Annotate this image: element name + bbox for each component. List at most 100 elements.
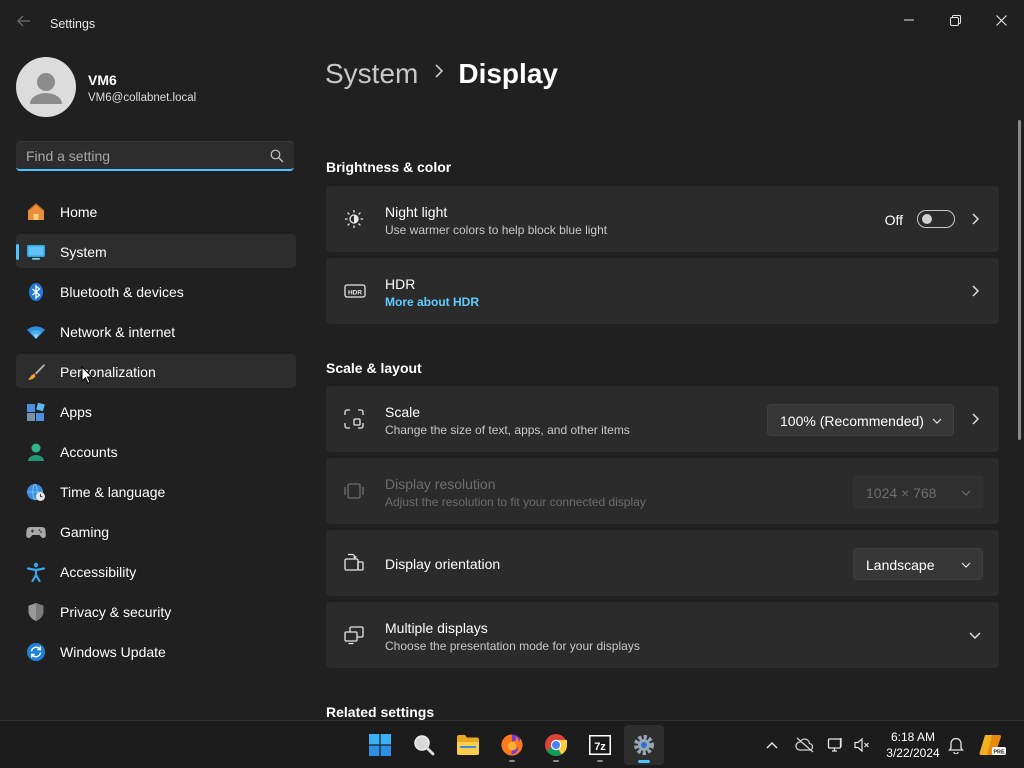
sidebar-item-accounts[interactable]: Accounts bbox=[16, 434, 296, 468]
scale-value: 100% (Recommended) bbox=[780, 413, 924, 429]
resolution-icon bbox=[344, 481, 364, 501]
svg-text:HDR: HDR bbox=[348, 289, 362, 296]
scale-title: Scale bbox=[385, 404, 421, 420]
sidebar-item-label: Privacy & security bbox=[60, 604, 172, 620]
chevron-down-icon[interactable] bbox=[967, 627, 983, 643]
folder-icon bbox=[457, 735, 479, 755]
page-title: Display bbox=[458, 58, 558, 89]
running-indicator bbox=[509, 760, 515, 762]
notifications-bell-icon[interactable] bbox=[946, 735, 966, 755]
orientation-value: Landscape bbox=[866, 557, 935, 573]
7zip-button[interactable]: 7z bbox=[580, 725, 620, 765]
night-light-state: Off bbox=[884, 212, 903, 228]
scrollbar[interactable] bbox=[1018, 120, 1021, 440]
start-button[interactable] bbox=[360, 725, 400, 765]
system-icon bbox=[26, 242, 46, 262]
avatar bbox=[16, 57, 76, 117]
chevron-right-icon[interactable] bbox=[967, 283, 983, 299]
display-orientation-card[interactable]: Display orientation Landscape bbox=[326, 530, 999, 596]
sidebar-item-network[interactable]: Network & internet bbox=[16, 314, 296, 348]
sidebar-item-system[interactable]: System bbox=[16, 234, 296, 268]
active-app-indicator bbox=[638, 760, 650, 763]
search-input[interactable] bbox=[26, 148, 256, 164]
app-title: Settings bbox=[50, 17, 96, 31]
settings-button[interactable] bbox=[624, 725, 664, 765]
toggle-knob bbox=[922, 214, 932, 224]
file-explorer-button[interactable] bbox=[448, 725, 488, 765]
chevron-down-icon bbox=[960, 486, 972, 498]
chrome-icon bbox=[545, 734, 567, 756]
orientation-dropdown[interactable]: Landscape bbox=[853, 548, 983, 580]
sidebar-item-label: Accessibility bbox=[60, 564, 137, 580]
sidebar-item-privacy-security[interactable]: Privacy & security bbox=[16, 594, 296, 628]
minimize-button[interactable] bbox=[886, 4, 932, 36]
sidebar-item-label: Personalization bbox=[60, 364, 156, 380]
globe-clock-icon bbox=[26, 482, 46, 502]
sidebar-item-time-language[interactable]: Time & language bbox=[16, 474, 296, 508]
gear-icon bbox=[634, 735, 654, 755]
sidebar-item-apps[interactable]: Apps bbox=[16, 394, 296, 428]
person-icon bbox=[30, 73, 62, 104]
chevron-right-icon[interactable] bbox=[967, 411, 983, 427]
section-title-scale-layout: Scale & layout bbox=[326, 360, 422, 376]
sidebar-item-label: Apps bbox=[60, 404, 92, 420]
scale-dropdown[interactable]: 100% (Recommended) bbox=[767, 404, 954, 436]
sidebar-item-label: Gaming bbox=[60, 524, 110, 540]
accessibility-icon bbox=[26, 562, 46, 583]
sidebar-item-accessibility[interactable]: Accessibility bbox=[16, 554, 296, 588]
resolution-dropdown: 1024 × 768 bbox=[853, 476, 983, 508]
restore-button[interactable] bbox=[932, 4, 978, 36]
brush-icon bbox=[26, 362, 46, 382]
multiple-displays-title: Multiple displays bbox=[385, 620, 488, 636]
sidebar-item-bluetooth[interactable]: Bluetooth & devices bbox=[16, 274, 296, 308]
show-hidden-icons-button[interactable] bbox=[762, 735, 782, 755]
chevron-right-icon[interactable] bbox=[967, 211, 983, 227]
system-clock[interactable]: 6:18 AM 3/22/2024 bbox=[878, 729, 948, 761]
sidebar-item-label: Windows Update bbox=[60, 644, 166, 660]
home-icon bbox=[26, 202, 46, 222]
running-indicator bbox=[553, 760, 559, 762]
onedrive-offline-icon[interactable] bbox=[795, 735, 815, 755]
sidebar-item-label: Network & internet bbox=[60, 324, 176, 340]
copilot-preview-icon[interactable]: PRE bbox=[978, 735, 1008, 755]
resolution-subtitle: Adjust the resolution to fit your connec… bbox=[385, 495, 646, 509]
breadcrumb: System Display bbox=[325, 58, 558, 90]
bluetooth-icon bbox=[26, 282, 46, 302]
volume-muted-icon[interactable] bbox=[852, 735, 872, 755]
hdr-icon: HDR bbox=[344, 281, 366, 301]
resolution-title: Display resolution bbox=[385, 476, 496, 492]
scale-card[interactable]: Scale Change the size of text, apps, and… bbox=[326, 386, 999, 452]
firefox-button[interactable] bbox=[492, 725, 532, 765]
back-arrow-icon[interactable] bbox=[14, 14, 34, 34]
sidebar-item-home[interactable]: Home bbox=[16, 194, 296, 228]
section-title-related: Related settings bbox=[326, 704, 435, 720]
taskbar-search-button[interactable] bbox=[404, 725, 444, 765]
sidebar-item-personalization[interactable]: Personalization bbox=[16, 354, 296, 388]
sidebar-item-label: Bluetooth & devices bbox=[60, 284, 184, 300]
scale-subtitle: Change the size of text, apps, and other… bbox=[385, 423, 630, 437]
taskbar: 7z 6:18 AM 3/22/2024 PRE bbox=[0, 720, 1024, 768]
sidebar-item-windows-update[interactable]: Windows Update bbox=[16, 634, 296, 668]
chrome-button[interactable] bbox=[536, 725, 576, 765]
wifi-icon bbox=[26, 322, 46, 342]
sidebar-item-label: Accounts bbox=[60, 444, 118, 460]
breadcrumb-parent[interactable]: System bbox=[325, 58, 418, 89]
shield-icon bbox=[26, 602, 46, 622]
multiple-displays-card[interactable]: Multiple displays Choose the presentatio… bbox=[326, 602, 999, 668]
clock-time: 6:18 AM bbox=[890, 730, 936, 744]
night-light-toggle[interactable] bbox=[917, 210, 955, 228]
network-icon[interactable] bbox=[826, 735, 846, 755]
sidebar-item-gaming[interactable]: Gaming bbox=[16, 514, 296, 548]
hdr-more-link[interactable]: More about HDR bbox=[385, 295, 479, 309]
7zip-icon: 7z bbox=[589, 735, 611, 755]
sidebar-item-label: Home bbox=[60, 204, 98, 220]
chevron-down-icon bbox=[931, 414, 943, 426]
scale-icon bbox=[344, 409, 364, 429]
search-icon[interactable] bbox=[270, 149, 284, 168]
resolution-value: 1024 × 768 bbox=[866, 485, 937, 501]
close-button[interactable] bbox=[978, 4, 1024, 36]
search-box[interactable] bbox=[16, 141, 294, 171]
hdr-card[interactable]: HDR HDR More about HDR bbox=[326, 258, 999, 324]
active-indicator bbox=[16, 244, 19, 260]
night-light-card[interactable]: Night light Use warmer colors to help bl… bbox=[326, 186, 999, 252]
